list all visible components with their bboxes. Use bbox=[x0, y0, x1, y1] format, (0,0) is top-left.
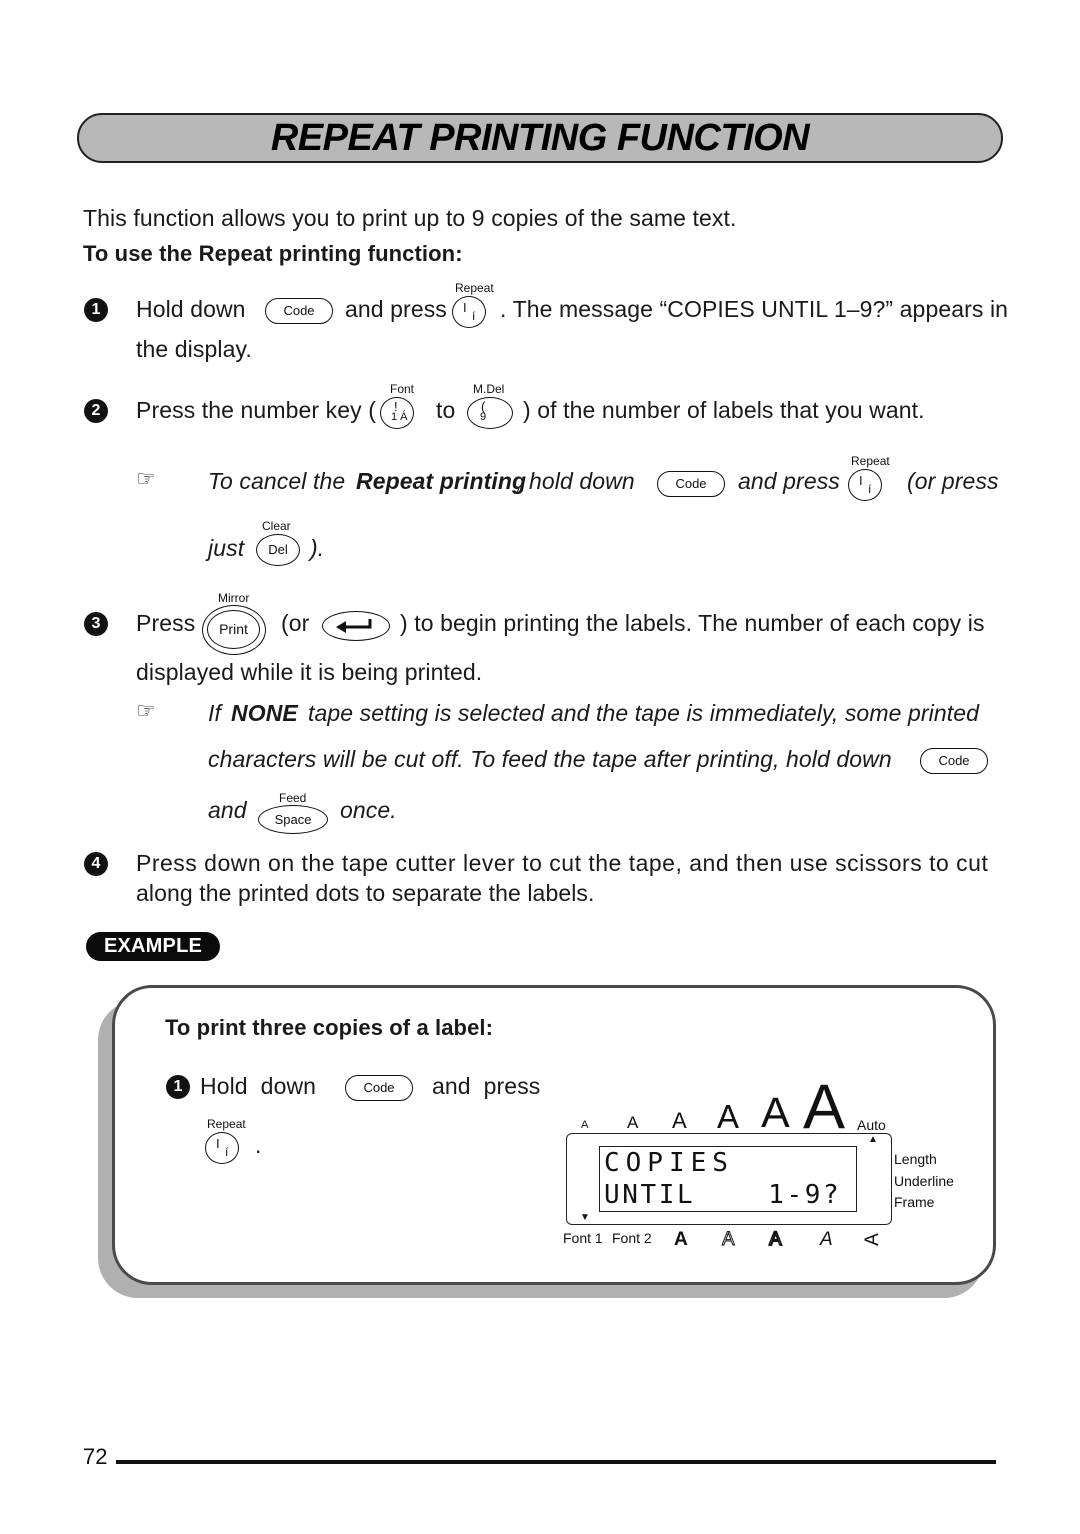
print-key: Print bbox=[202, 605, 266, 655]
step-4-text-a: Press down on the tape cutter lever to c… bbox=[136, 850, 989, 876]
note-1-text-e: just bbox=[208, 535, 245, 561]
note-2-text-b: tape setting is selected and the tape is… bbox=[308, 700, 979, 726]
hand-pointer-icon: ☞ bbox=[136, 466, 156, 491]
auto-label: Auto bbox=[857, 1117, 886, 1133]
repeat-key-main: I bbox=[463, 300, 467, 315]
mdel-key-caption: M.Del bbox=[473, 382, 505, 396]
mirror-key-caption: Mirror bbox=[218, 591, 250, 605]
repeat-key-caption: Repeat bbox=[455, 281, 494, 295]
repeat-key-caption: Repeat bbox=[851, 454, 890, 468]
italic-style-icon: A bbox=[820, 1229, 833, 1250]
intro-text: This function allows you to print up to … bbox=[83, 205, 737, 231]
note-1-text-c: and press bbox=[738, 468, 840, 494]
note-2-text-e: once. bbox=[340, 797, 397, 823]
font-2-label: Font 2 bbox=[612, 1230, 652, 1246]
size-indicator-3: A bbox=[672, 1108, 687, 1133]
note-1-text-d: (or press bbox=[907, 468, 999, 494]
shadow-style-icon: A bbox=[768, 1229, 782, 1250]
example-step-number-1: 1 bbox=[166, 1075, 190, 1099]
number-1-key-sub: 1 Á bbox=[391, 411, 408, 423]
step-2-text-a: Press the number key ( bbox=[136, 397, 376, 423]
down-arrow-icon: ▼ bbox=[580, 1212, 590, 1223]
frame-label: Frame bbox=[894, 1194, 935, 1210]
example-heading: To print three copies of a label: bbox=[165, 1015, 494, 1040]
repeat-key: I í bbox=[205, 1132, 239, 1164]
clear-key-caption: Clear bbox=[262, 519, 291, 533]
vertical-style-icon: A bbox=[861, 1233, 883, 1246]
repeat-key-sub: í bbox=[472, 309, 476, 323]
print-key-label: Print bbox=[207, 610, 260, 649]
note-2-text-bold: NONE bbox=[231, 700, 298, 726]
size-indicator-4: A bbox=[717, 1098, 740, 1135]
up-arrow-icon: ▲ bbox=[868, 1134, 878, 1145]
number-1-key: ! 1 Á bbox=[380, 397, 414, 429]
font-1-label: Font 1 bbox=[563, 1230, 603, 1246]
example-badge: EXAMPLE bbox=[86, 932, 220, 961]
step-1-text-b: and press bbox=[345, 296, 447, 322]
note-2-text-c: characters will be cut off. To feed the … bbox=[208, 746, 892, 772]
step-number-3: 3 bbox=[84, 612, 108, 636]
step-number-1: 1 bbox=[84, 298, 108, 322]
step-number-4: 4 bbox=[84, 852, 108, 876]
feed-key-caption: Feed bbox=[279, 791, 307, 805]
example-step-text-a: Hold down bbox=[200, 1073, 317, 1099]
step-2-text-c: ) of the number of labels that you want. bbox=[523, 397, 925, 423]
note-2-text-a: If bbox=[208, 700, 221, 726]
step-3-text-c: ) to begin printing the labels. The numb… bbox=[400, 610, 985, 636]
lcd-line-2: UNTIL 1-9? bbox=[604, 1180, 842, 1210]
outline-style-icon: A bbox=[722, 1229, 736, 1250]
note-1-text-b: , hold down bbox=[516, 468, 635, 494]
del-key: Del bbox=[256, 534, 300, 566]
enter-arrow-icon bbox=[336, 619, 372, 633]
note-1-text-f: ). bbox=[310, 535, 325, 561]
note-2-text-d: and bbox=[208, 797, 247, 823]
step-3-text-a: Press bbox=[136, 610, 196, 636]
lcd-line-1: COPIES bbox=[604, 1148, 734, 1178]
step-1-text-d: the display. bbox=[136, 336, 252, 362]
repeat-key-sub: í bbox=[225, 1145, 229, 1159]
example-step-text-c: . bbox=[255, 1132, 262, 1158]
number-9-key: ( 9 bbox=[467, 397, 513, 429]
size-indicator-5: A bbox=[761, 1089, 790, 1137]
footer-rule bbox=[116, 1460, 996, 1464]
number-9-key-sub: 9 bbox=[480, 411, 487, 423]
size-indicator-2: A bbox=[627, 1113, 639, 1132]
repeat-key: I í bbox=[452, 296, 486, 328]
page-title: REPEAT PRINTING FUNCTION bbox=[270, 117, 810, 159]
underline-label: Underline bbox=[894, 1173, 954, 1189]
repeat-key: I í bbox=[848, 469, 882, 501]
step-3-text-d: displayed while it is being printed. bbox=[136, 659, 483, 685]
size-indicator-6: A bbox=[803, 1072, 846, 1142]
step-3-text-b: (or bbox=[281, 610, 310, 636]
step-2-text-b: to bbox=[436, 397, 456, 423]
font-key-caption: Font bbox=[390, 382, 415, 396]
size-indicator-1: A bbox=[581, 1119, 589, 1131]
code-key: Code bbox=[345, 1075, 413, 1101]
hand-pointer-icon: ☞ bbox=[136, 698, 156, 723]
space-key: Space bbox=[258, 805, 328, 834]
repeat-key-caption: Repeat bbox=[207, 1117, 246, 1131]
code-key: Code bbox=[920, 748, 988, 774]
length-label: Length bbox=[894, 1151, 937, 1167]
code-key: Code bbox=[657, 471, 725, 497]
subheading: To use the Repeat printing function: bbox=[83, 241, 463, 266]
repeat-key-main: I bbox=[216, 1136, 220, 1151]
note-1-text-a: To cancel the bbox=[208, 468, 346, 494]
enter-key bbox=[322, 611, 390, 641]
repeat-key-main: I bbox=[859, 473, 863, 488]
example-step-text-b: and press bbox=[432, 1073, 541, 1099]
step-number-2: 2 bbox=[84, 399, 108, 423]
step-1-text-a: Hold down bbox=[136, 296, 246, 322]
step-1-text-c: . The message “COPIES UNTIL 1–9?” appear… bbox=[500, 296, 1009, 322]
code-key: Code bbox=[265, 298, 333, 324]
bold-style-icon: A bbox=[674, 1229, 688, 1250]
page-number: 72 bbox=[83, 1444, 108, 1469]
note-1-text-bold: Repeat printing bbox=[356, 468, 527, 494]
step-4-text-b: along the printed dots to separate the l… bbox=[136, 880, 595, 906]
repeat-key-sub: í bbox=[868, 482, 872, 496]
